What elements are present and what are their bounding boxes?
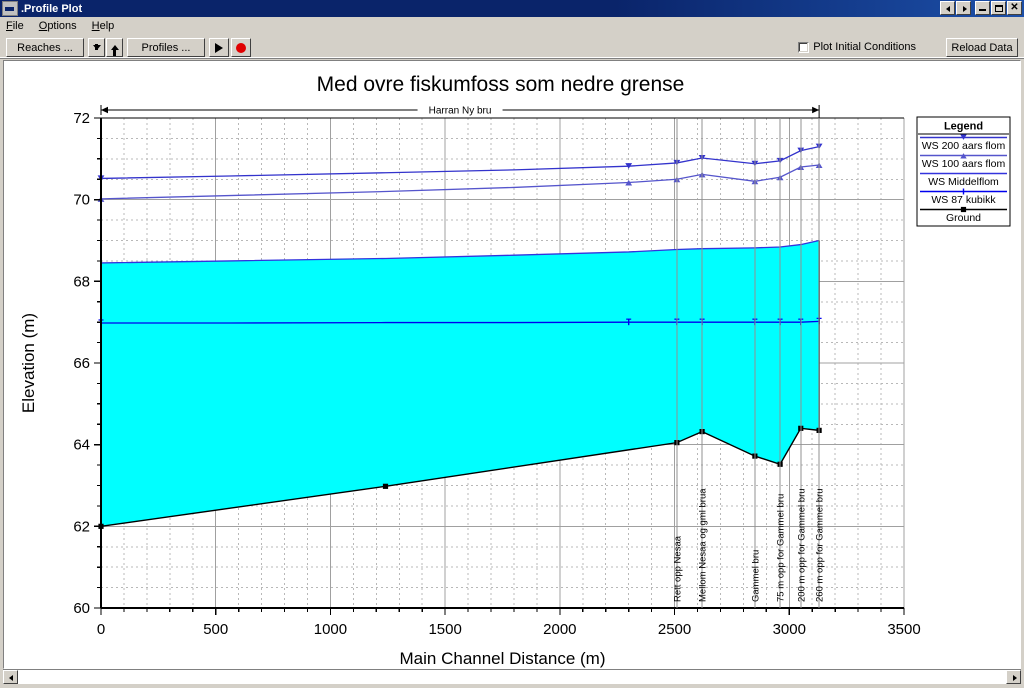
minimize-button[interactable] bbox=[975, 1, 990, 15]
horizontal-scrollbar[interactable] bbox=[3, 669, 1021, 684]
y-tick-label: 60 bbox=[73, 600, 90, 617]
legend: Legend WS 200 aars flom WS 100 aars flom WS… bbox=[916, 116, 1011, 227]
menu-item-options[interactable]: Options bbox=[39, 20, 77, 32]
up-arrow-icon bbox=[110, 45, 119, 56]
record-button[interactable] bbox=[231, 38, 251, 57]
profile-plot-chart[interactable]: 60 62 64 66 68 70 72 Elevation (m) 0 500 1000 1500 2… bbox=[4, 61, 1020, 668]
legend-entry-label: WS Middelflom bbox=[928, 176, 999, 188]
legend-title: Legend bbox=[944, 121, 983, 133]
checkbox-box[interactable] bbox=[798, 41, 810, 53]
animate-play-button[interactable] bbox=[209, 38, 229, 57]
x-tick-label: 3500 bbox=[887, 621, 920, 638]
plot-initial-conditions-checkbox[interactable]: Plot Initial Conditions bbox=[798, 41, 916, 53]
y-tick-label: 66 bbox=[73, 355, 90, 372]
scroll-track[interactable] bbox=[18, 670, 1006, 684]
mdi-next-button[interactable] bbox=[956, 1, 971, 15]
close-button[interactable]: ✕ bbox=[1007, 1, 1022, 15]
y-tick-label: 70 bbox=[73, 192, 90, 209]
profile-plot-window: .Profile Plot ✕ File Options Help Reache… bbox=[0, 0, 1024, 688]
legend-entry-label: WS 200 aars flom bbox=[922, 140, 1006, 152]
y-axis-label: Elevation (m) bbox=[19, 313, 38, 413]
reload-data-button[interactable]: Reload Data bbox=[946, 38, 1018, 57]
x-tick-label: 1000 bbox=[314, 621, 347, 638]
x-tick-label: 2000 bbox=[543, 621, 576, 638]
chart-title: Med ovre fiskumfoss som nedre grense bbox=[317, 73, 685, 96]
menu-item-help[interactable]: Help bbox=[92, 20, 115, 32]
y-tick-label: 64 bbox=[73, 437, 90, 454]
window-controls: ✕ bbox=[939, 1, 1022, 15]
window-title: .Profile Plot bbox=[21, 2, 83, 15]
menu-item-file[interactable]: File bbox=[6, 20, 24, 32]
x-axis-label: Main Channel Distance (m) bbox=[400, 649, 606, 668]
y-tick-label: 62 bbox=[73, 518, 90, 535]
play-icon bbox=[215, 42, 223, 53]
station-label: Rett opp Nesaa bbox=[672, 535, 683, 602]
reach-label: Harran Ny bru bbox=[429, 106, 492, 117]
plot-initial-conditions-label: Plot Initial Conditions bbox=[813, 41, 916, 53]
x-tick-label: 0 bbox=[97, 621, 105, 638]
x-tick-label: 2500 bbox=[658, 621, 691, 638]
next-reach-button[interactable] bbox=[106, 38, 123, 57]
scroll-right-button[interactable] bbox=[1006, 670, 1021, 684]
station-label: 200 m opp for Gammel bru bbox=[796, 488, 807, 602]
station-label: Mellom Nesaa og gml brua bbox=[698, 488, 709, 602]
down-arrow-icon bbox=[92, 44, 101, 50]
station-label: 75 m opp for Gammel bru bbox=[776, 494, 787, 602]
y-tick-label: 68 bbox=[73, 273, 90, 290]
y-tick-label: 72 bbox=[73, 110, 90, 127]
record-icon bbox=[236, 42, 246, 53]
profiles-button[interactable]: Profiles ... bbox=[127, 38, 205, 57]
scroll-left-button[interactable] bbox=[3, 670, 18, 684]
title-bar: .Profile Plot ✕ bbox=[0, 0, 1024, 17]
series-marker bbox=[382, 483, 389, 489]
window-icon bbox=[2, 1, 18, 16]
x-tick-label: 3000 bbox=[773, 621, 806, 638]
maximize-button[interactable] bbox=[991, 1, 1006, 15]
menu-bar: File Options Help bbox=[0, 17, 1024, 35]
reaches-button[interactable]: Reaches ... bbox=[6, 38, 84, 57]
legend-entry-label: WS 87 kubikk bbox=[931, 194, 996, 206]
x-tick-label: 500 bbox=[203, 621, 228, 638]
previous-reach-button[interactable] bbox=[88, 38, 105, 57]
plot-client-area[interactable]: 60 62 64 66 68 70 72 Elevation (m) 0 500 1000 1500 2… bbox=[3, 60, 1021, 669]
legend-entry-label: Ground bbox=[946, 212, 981, 224]
mdi-prev-button[interactable] bbox=[940, 1, 955, 15]
x-tick-label: 1500 bbox=[428, 621, 461, 638]
station-label: Gammel bru bbox=[750, 550, 761, 602]
legend-entry-label: WS 100 aars flom bbox=[922, 158, 1006, 170]
station-label: 260 m opp for Gammel bru bbox=[815, 488, 826, 602]
toolbar: Reaches ... Profiles ... Plot Initial Co… bbox=[0, 35, 1024, 59]
window-bottom-edge bbox=[0, 684, 1024, 688]
